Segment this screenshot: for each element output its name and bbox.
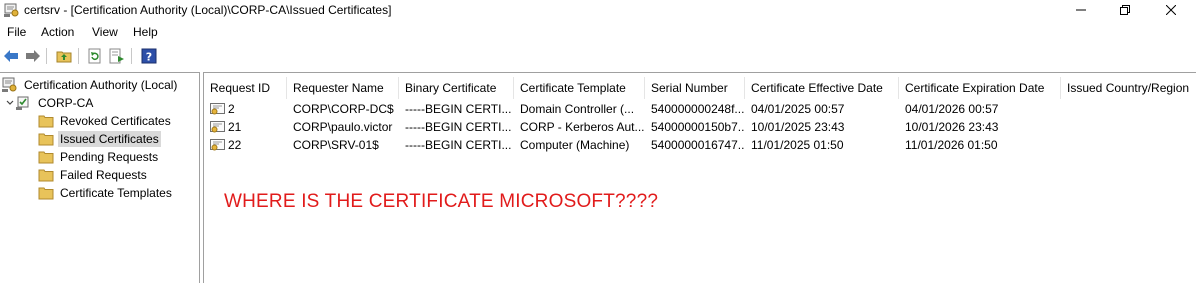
up-folder-button[interactable] (55, 47, 73, 65)
restore-icon (1120, 5, 1130, 15)
cell-certificate-template: CORP - Kerberos Aut... (520, 120, 645, 134)
tree-item-label: CORP-CA (38, 96, 94, 110)
column-request-id[interactable]: Request ID (204, 77, 287, 99)
cell-expiration-date: 10/01/2026 23:43 (905, 120, 999, 134)
column-requester-name[interactable]: Requester Name (287, 77, 399, 99)
up-folder-icon (56, 51, 72, 63)
certificate-icon (210, 121, 225, 133)
export-list-icon (109, 48, 124, 64)
result-list: Request ID Requester Name Binary Certifi… (203, 72, 1196, 283)
table-row[interactable]: 21 CORP\paulo.victor -----BEGIN CERTI...… (204, 118, 1196, 136)
cell-request-id: 22 (210, 136, 287, 154)
folder-icon (38, 167, 54, 183)
menu-bar: File Action View Help (0, 22, 1196, 42)
cell-requester-name: CORP\CORP-DC$ (293, 102, 394, 116)
window-title: certsrv - [Certification Authority (Loca… (24, 3, 392, 17)
close-button[interactable] (1148, 0, 1194, 20)
cell-text: 21 (228, 120, 242, 134)
close-icon (1166, 5, 1176, 15)
chevron-down-icon[interactable] (4, 94, 16, 112)
menu-action[interactable]: Action (41, 25, 74, 39)
tree-root-label: Certification Authority (Local) (24, 78, 178, 92)
column-binary-certificate[interactable]: Binary Certificate (399, 77, 514, 99)
tree-item-corp-ca[interactable]: CORP-CA (4, 94, 95, 112)
cell-text: 22 (228, 138, 242, 152)
minimize-icon (1076, 9, 1086, 11)
tree-item-pending-requests[interactable]: Pending Requests (38, 148, 160, 166)
cell-serial-number: 54000000150b7... (651, 120, 745, 134)
certificate-icon (210, 139, 225, 151)
cell-binary-certificate: -----BEGIN CERTI... (405, 102, 512, 116)
minimize-button[interactable] (1058, 0, 1104, 20)
folder-icon (38, 185, 54, 201)
cell-effective-date: 10/01/2025 23:43 (751, 120, 845, 134)
tree-item-revoked-certificates[interactable]: Revoked Certificates (38, 112, 173, 130)
cell-request-id: 21 (210, 118, 287, 136)
folder-icon (38, 149, 54, 165)
folder-icon (38, 113, 54, 129)
cell-effective-date: 11/01/2025 01:50 (751, 138, 844, 152)
toolbar: ? (0, 44, 1196, 68)
column-effective-date[interactable]: Certificate Effective Date (745, 77, 899, 99)
refresh-button[interactable] (86, 47, 104, 65)
menu-file[interactable]: File (7, 25, 26, 39)
export-list-button[interactable] (108, 47, 126, 65)
menu-view[interactable]: View (92, 25, 118, 39)
column-serial-number[interactable]: Serial Number (645, 77, 745, 99)
title-bar: certsrv - [Certification Authority (Loca… (0, 0, 1196, 20)
back-button[interactable] (2, 47, 20, 65)
cell-certificate-template: Computer (Machine) (520, 138, 630, 152)
console-tree: Certification Authority (Local) CORP-CA … (0, 72, 200, 283)
folder-icon (38, 131, 54, 147)
tree-root[interactable]: Certification Authority (Local) (2, 76, 179, 94)
restore-button[interactable] (1102, 0, 1148, 20)
menu-help[interactable]: Help (133, 25, 158, 39)
annotation-text: WHERE IS THE CERTIFICATE MICROSOFT???? (224, 191, 659, 212)
cell-binary-certificate: -----BEGIN CERTI... (405, 138, 512, 152)
cell-request-id: 2 (210, 100, 287, 118)
table-row[interactable]: 22 CORP\SRV-01$ -----BEGIN CERTI... Comp… (204, 136, 1196, 154)
cell-serial-number: 5400000016747... (651, 138, 745, 152)
column-expiration-date[interactable]: Certificate Expiration Date (899, 77, 1061, 99)
cell-issued-country-region (1067, 118, 1195, 136)
cell-effective-date: 04/01/2025 00:57 (751, 102, 845, 116)
tree-item-label: Issued Certificates (58, 131, 161, 147)
cell-requester-name: CORP\paulo.victor (293, 120, 393, 134)
help-icon: ? (141, 48, 157, 64)
column-certificate-template[interactable]: Certificate Template (514, 77, 645, 99)
cell-text: 2 (228, 102, 235, 116)
list-header: Request ID Requester Name Binary Certifi… (204, 77, 1196, 99)
cell-binary-certificate: -----BEGIN CERTI... (405, 120, 512, 134)
cell-serial-number: 540000000248f... (651, 102, 745, 116)
column-issued-country-region[interactable]: Issued Country/Region (1061, 77, 1195, 99)
svg-text:?: ? (146, 51, 152, 64)
certification-authority-icon (2, 77, 18, 93)
certificate-icon (210, 103, 225, 115)
help-button[interactable]: ? (140, 47, 158, 65)
tree-item-label: Revoked Certificates (60, 114, 171, 128)
tree-item-label: Failed Requests (60, 168, 147, 182)
tree-item-label: Certificate Templates (60, 186, 172, 200)
forward-button[interactable] (24, 47, 42, 65)
cell-issued-country-region (1067, 136, 1195, 154)
certification-authority-icon (16, 95, 32, 111)
tree-item-certificate-templates[interactable]: Certificate Templates (38, 184, 174, 202)
back-arrow-icon (4, 50, 18, 62)
tree-item-failed-requests[interactable]: Failed Requests (38, 166, 149, 184)
tree-item-issued-certificates[interactable]: Issued Certificates (38, 130, 161, 148)
cell-certificate-template: Domain Controller (... (520, 102, 635, 116)
cell-issued-country-region (1067, 100, 1195, 118)
table-row[interactable]: 2 CORP\CORP-DC$ -----BEGIN CERTI... Doma… (204, 100, 1196, 118)
cell-expiration-date: 04/01/2026 00:57 (905, 102, 999, 116)
certsrv-app-icon (4, 2, 20, 18)
cell-requester-name: CORP\SRV-01$ (293, 138, 379, 152)
cell-expiration-date: 11/01/2026 01:50 (905, 138, 998, 152)
forward-arrow-icon (26, 50, 40, 62)
refresh-icon (88, 48, 101, 64)
tree-item-label: Pending Requests (60, 150, 159, 164)
